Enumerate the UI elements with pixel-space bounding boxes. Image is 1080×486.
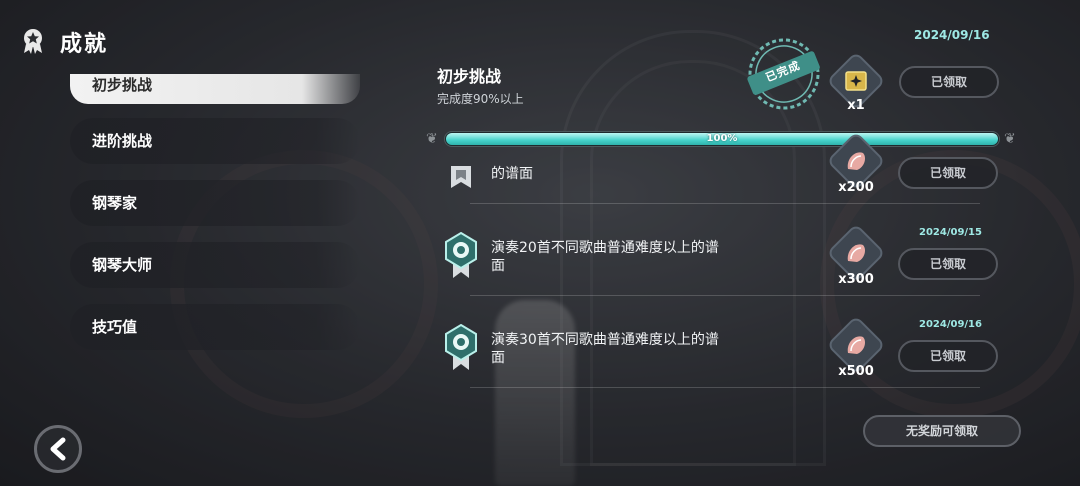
sidebar-item-beginner-challenge[interactable]: 初步挑战 — [70, 74, 360, 104]
completion-date: 2024/09/16 — [919, 319, 982, 330]
progress-label: 100% — [706, 133, 738, 144]
no-reward-button[interactable]: 无奖励可领取 — [863, 415, 1021, 447]
sidebar-item-label: 进阶挑战 — [92, 132, 153, 150]
sidebar-item-label: 初步挑战 — [92, 76, 153, 94]
row-divider — [470, 387, 980, 388]
claimed-button[interactable]: 已领取 — [898, 157, 998, 189]
reward-quantity: x1 — [847, 98, 865, 113]
chevron-left-icon — [50, 437, 66, 461]
achievement-description: 演奏20首不同歌曲普通难度以上的谱面 — [491, 240, 719, 274]
achievement-group-title: 初步挑战 — [437, 67, 502, 86]
claimed-button[interactable]: 已领取 — [898, 248, 998, 280]
reward-quantity: x200 — [838, 180, 874, 195]
seashell-icon — [847, 152, 865, 170]
sidebar-item-piano-master[interactable]: 钢琴大师 — [70, 242, 360, 288]
reward-quantity: x300 — [838, 272, 874, 287]
seashell-icon — [847, 244, 865, 262]
achievement-group-subtitle: 完成度90%以上 — [437, 92, 524, 106]
golden-sparkle-card-icon — [845, 71, 867, 91]
back-button[interactable] — [34, 425, 82, 473]
row-divider — [470, 295, 980, 296]
sidebar-item-label: 技巧值 — [92, 318, 138, 336]
sidebar-item-skill-value[interactable]: 技巧值 — [70, 304, 360, 350]
page-title: 成就 — [60, 32, 109, 57]
laurel-right-icon: ❦ — [1004, 131, 1016, 147]
achievement-description: 的谱面 — [491, 166, 533, 182]
achievement-description: 演奏30首不同歌曲普通难度以上的谱面 — [491, 332, 719, 366]
sidebar-item-label: 钢琴大师 — [92, 256, 153, 274]
achievement-medal-icon — [445, 232, 477, 278]
laurel-left-icon: ❦ — [426, 131, 438, 147]
sidebar-item-pianist[interactable]: 钢琴家 — [70, 180, 360, 226]
completion-date: 2024/09/15 — [919, 227, 982, 238]
sidebar-item-advanced-challenge[interactable]: 进阶挑战 — [70, 118, 360, 164]
achievement-ribbon-icon — [24, 29, 42, 54]
row-divider — [470, 203, 980, 204]
seashell-icon — [847, 336, 865, 354]
reward-quantity: x500 — [838, 364, 874, 379]
achievement-medal-icon — [445, 324, 477, 370]
claimed-button[interactable]: 已领取 — [898, 340, 998, 372]
sidebar-item-label: 钢琴家 — [92, 194, 138, 212]
claimed-button[interactable]: 已领取 — [899, 66, 999, 98]
completion-date: 2024/09/16 — [914, 28, 990, 42]
achievement-medal-icon — [451, 166, 471, 188]
